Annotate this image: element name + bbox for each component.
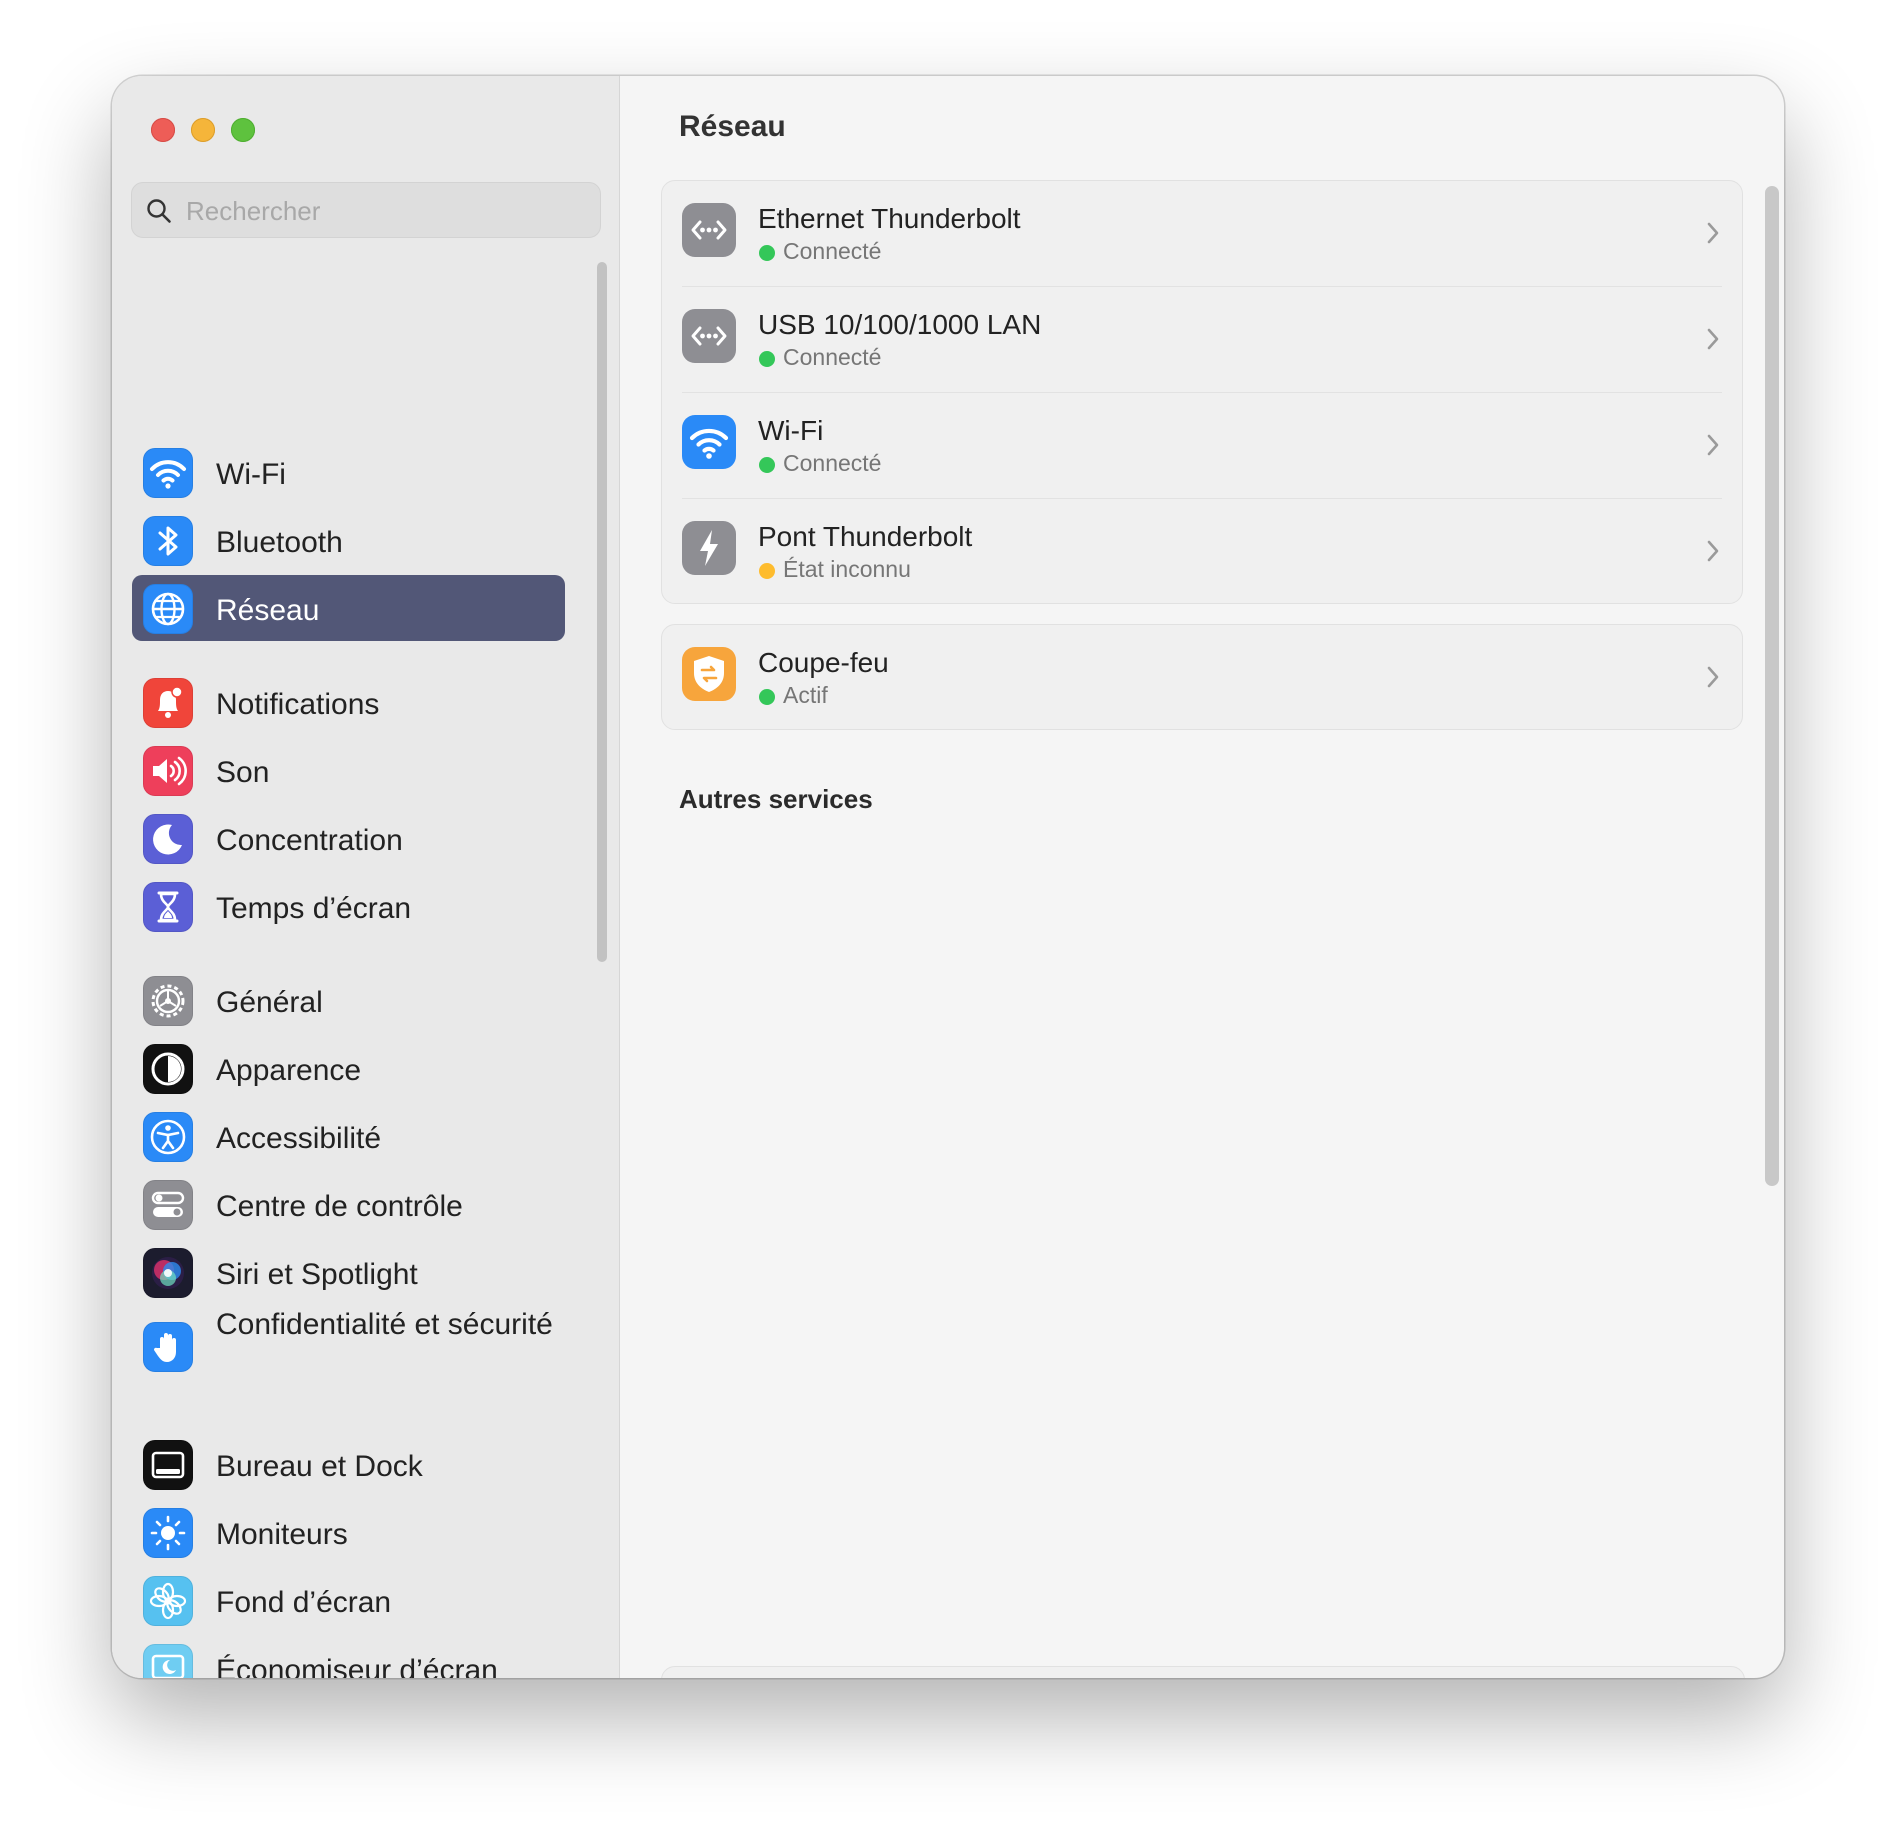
service-status: Connecté	[783, 450, 882, 476]
sidebar: Wi-Fi Bluetooth Réseau	[112, 76, 620, 1678]
sidebar-item-label: Accessibilité	[216, 1122, 382, 1155]
dock-icon	[143, 1440, 193, 1490]
status-dot	[759, 245, 775, 261]
siri-icon	[143, 1248, 193, 1298]
search-input[interactable]	[184, 183, 588, 239]
thunderbolt-icon	[682, 521, 736, 575]
network-service-row[interactable]: Pont Thunderbolt État inconnu	[662, 499, 1742, 605]
sidebar-item-wifi[interactable]: Wi-Fi	[132, 439, 565, 505]
sidebar-item-confidentialite[interactable]: Confidentialité et sécurité	[132, 1307, 565, 1387]
screensaver-icon	[143, 1644, 193, 1678]
sidebar-item-concentration[interactable]: Concentration	[132, 805, 565, 871]
sidebar-item-centre-controle[interactable]: Centre de contrôle	[132, 1171, 565, 1237]
close-window-button[interactable]	[151, 118, 175, 142]
moon-icon	[143, 814, 193, 864]
ethernet-icon	[682, 203, 736, 257]
toggles-icon	[143, 1180, 193, 1230]
network-service-row[interactable]: Wi-Fi Connecté	[662, 393, 1742, 499]
sidebar-item-notifications[interactable]: Notifications	[132, 669, 565, 735]
appearance-icon	[143, 1044, 193, 1094]
sidebar-item-label: Moniteurs	[216, 1518, 348, 1551]
sun-icon	[143, 1508, 193, 1558]
bluetooth-icon	[143, 516, 193, 566]
service-name: Coupe-feu	[758, 647, 889, 678]
page-title: Réseau	[679, 110, 786, 143]
service-name: USB 10/100/1000 LAN	[758, 309, 1042, 340]
chevron-right-icon	[1707, 540, 1719, 562]
sidebar-item-accessibilite[interactable]: Accessibilité	[132, 1103, 565, 1169]
wifi-icon	[682, 415, 736, 469]
sidebar-item-bureau-dock[interactable]: Bureau et Dock	[132, 1431, 565, 1497]
search-icon	[147, 199, 171, 223]
service-status: Connecté	[783, 344, 882, 370]
sidebar-item-label: Apparence	[216, 1054, 362, 1087]
sidebar-item-label: Confidentialité et sécurité	[216, 1308, 553, 1341]
sidebar-item-temps-ecran[interactable]: Temps d’écran	[132, 873, 565, 939]
sidebar-item-siri[interactable]: Siri et Spotlight	[132, 1239, 565, 1305]
sidebar-item-label: Bluetooth	[216, 526, 343, 559]
other-services-card	[661, 1666, 1745, 1678]
firewall-row[interactable]: Coupe-feu Actif	[662, 625, 1742, 731]
sidebar-item-label: Fond d’écran	[216, 1586, 392, 1619]
status-dot	[759, 351, 775, 367]
main-content: Réseau Ethernet Thunderbolt Connecté USB…	[620, 76, 1784, 1678]
firewall-card: Coupe-feu Actif	[661, 624, 1743, 730]
status-dot	[759, 457, 775, 473]
sidebar-item-label: Son	[216, 756, 270, 789]
network-service-row[interactable]: USB 10/100/1000 LAN Connecté	[662, 287, 1742, 393]
sidebar-item-label: Bureau et Dock	[216, 1450, 423, 1483]
wifi-icon	[143, 448, 193, 498]
other-services-heading: Autres services	[679, 784, 873, 814]
sidebar-item-label: Temps d’écran	[216, 892, 412, 925]
flower-icon	[143, 1576, 193, 1626]
service-status: Actif	[783, 682, 828, 708]
minimize-window-button[interactable]	[191, 118, 215, 142]
sidebar-item-reseau[interactable]: Réseau	[132, 575, 565, 641]
sidebar-item-label: Centre de contrôle	[216, 1190, 463, 1223]
ethernet-icon	[682, 309, 736, 363]
service-name: Wi-Fi	[758, 415, 824, 446]
status-dot	[759, 563, 775, 579]
sidebar-scrollbar[interactable]	[597, 262, 607, 962]
sidebar-item-bluetooth[interactable]: Bluetooth	[132, 507, 565, 573]
sidebar-item-label: Siri et Spotlight	[216, 1258, 418, 1291]
sidebar-item-label: Concentration	[216, 824, 403, 857]
bell-icon	[143, 678, 193, 728]
sidebar-item-label: Économiseur d’écran	[216, 1654, 498, 1678]
sidebar-item-label: Général	[216, 986, 323, 1019]
sidebar-item-fond-ecran[interactable]: Fond d’écran	[132, 1567, 565, 1633]
network-service-row[interactable]: Ethernet Thunderbolt Connecté	[662, 181, 1742, 287]
hand-icon	[143, 1322, 193, 1372]
gear-icon	[143, 976, 193, 1026]
sidebar-item-moniteurs[interactable]: Moniteurs	[132, 1499, 565, 1565]
search-field[interactable]	[131, 182, 601, 239]
system-settings-window: Wi-Fi Bluetooth Réseau	[112, 76, 1784, 1678]
sidebar-item-label: Réseau	[216, 594, 320, 627]
sidebar-item-economiseur[interactable]: Économiseur d’écran	[132, 1635, 565, 1678]
sidebar-item-apparence[interactable]: Apparence	[132, 1035, 565, 1101]
service-name: Pont Thunderbolt	[758, 521, 973, 552]
service-status: État inconnu	[783, 556, 911, 582]
main-scrollbar[interactable]	[1765, 186, 1779, 1186]
globe-icon	[143, 584, 193, 634]
chevron-right-icon	[1707, 222, 1719, 244]
sidebar-item-general[interactable]: Général	[132, 967, 565, 1033]
status-dot	[759, 689, 775, 705]
chevron-right-icon	[1707, 666, 1719, 688]
chevron-right-icon	[1707, 434, 1719, 456]
service-name: Ethernet Thunderbolt	[758, 203, 1021, 234]
sidebar-item-label: Notifications	[216, 688, 380, 721]
speaker-icon	[143, 746, 193, 796]
sidebar-item-label: Wi-Fi	[216, 458, 286, 491]
zoom-window-button[interactable]	[231, 118, 255, 142]
firewall-shield-icon	[682, 647, 736, 701]
accessibility-icon	[143, 1112, 193, 1162]
hourglass-icon	[143, 882, 193, 932]
sidebar-item-son[interactable]: Son	[132, 737, 565, 803]
chevron-right-icon	[1707, 328, 1719, 350]
service-status: Connecté	[783, 238, 882, 264]
network-services-card: Ethernet Thunderbolt Connecté USB 10/100…	[661, 180, 1743, 604]
